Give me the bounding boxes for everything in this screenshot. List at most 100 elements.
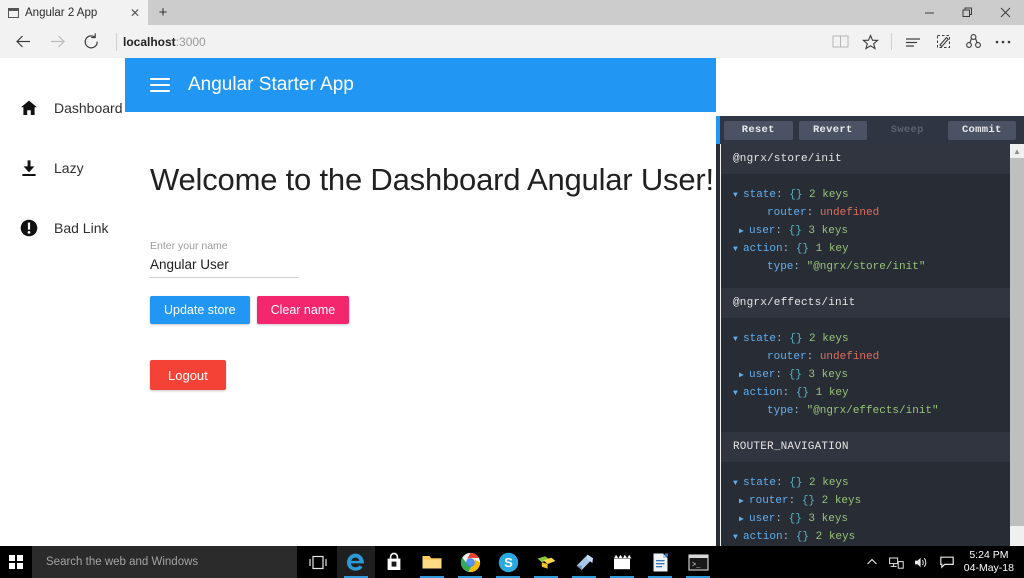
windows-start-icon[interactable] [0, 546, 32, 578]
error-circle-icon [18, 217, 40, 239]
page-viewport: Dashboard Lazy Bad Link Angular Starter … [0, 58, 1024, 546]
home-icon [18, 97, 40, 119]
system-tray: 5:24 PM 04-May-18 [864, 549, 1024, 575]
clear-name-button[interactable]: Clear name [256, 296, 350, 324]
devtools-toolbar: Reset Revert Sweep Commit [716, 116, 1024, 144]
disclosure-arrow-icon[interactable]: ▼ [733, 191, 743, 200]
onenote-icon[interactable] [565, 546, 603, 578]
clock-date: 04-May-18 [963, 562, 1014, 574]
more-icon[interactable] [988, 27, 1018, 57]
disclosure-arrow-icon[interactable]: ▶ [739, 370, 749, 380]
action-center-icon[interactable] [939, 554, 955, 570]
tab-title: Angular 2 App [25, 6, 98, 19]
state-tree-row[interactable]: ▼ state: {} 2 keys [721, 474, 1013, 492]
sweep-button: Sweep [890, 124, 924, 136]
address-bar[interactable]: localhost:3000 [123, 27, 825, 57]
name-field-group: Enter your name [150, 240, 298, 278]
redux-devtools-panel: Reset Revert Sweep Commit @ngrx/store/in… [716, 116, 1024, 546]
close-icon[interactable]: ✕ [128, 7, 142, 19]
volume-icon[interactable] [914, 554, 930, 570]
state-tree-row[interactable]: ▶ user: {} 3 keys [721, 222, 1013, 240]
scroll-up-icon[interactable]: ▲ [1010, 144, 1024, 158]
taskbar-search-input[interactable]: Search the web and Windows [32, 546, 297, 578]
share-icon[interactable] [958, 27, 988, 57]
name-input[interactable] [150, 257, 298, 278]
sidebar-item-lazy[interactable]: Lazy [0, 138, 125, 198]
windows-taskbar: Search the web and Windows S >_ 5:24 PM … [0, 546, 1024, 578]
edge-icon[interactable] [337, 546, 375, 578]
back-icon[interactable] [6, 27, 40, 57]
movies-tv-icon[interactable] [603, 546, 641, 578]
state-tree-row[interactable]: ▼ state: {} 2 keys [721, 186, 1013, 204]
state-tree-row: router: undefined [767, 207, 880, 219]
action-entry-body: ▼ state: {} 2 keys router: undefined ▶ user:… [721, 318, 1013, 432]
state-tree-row[interactable]: ▼ action: {} 1 key [721, 384, 1013, 402]
revert-button[interactable]: Revert [798, 120, 867, 140]
state-tree-row[interactable]: ▼ state: {} 2 keys [721, 330, 1013, 348]
svg-text:>_: >_ [692, 561, 701, 569]
commit-button[interactable]: Commit [947, 120, 1016, 140]
state-tree-row: type: "@ngrx/effects/init" [767, 405, 939, 417]
scrollbar-thumb[interactable] [1010, 158, 1024, 526]
command-prompt-icon[interactable]: >_ [679, 546, 717, 578]
panel-accent-bar [716, 116, 720, 144]
task-view-icon[interactable] [299, 546, 337, 578]
disclosure-arrow-icon[interactable]: ▶ [739, 496, 749, 506]
state-tree-row[interactable]: ▶ user: {} 3 keys [721, 510, 1013, 528]
browser-tab[interactable]: Angular 2 App ✕ [0, 0, 148, 25]
web-note-icon[interactable] [928, 27, 958, 57]
action-entry-body: ▼ state: {} 2 keys router: undefined ▶ user:… [721, 174, 1013, 288]
hamburger-icon[interactable] [150, 78, 170, 92]
disclosure-arrow-icon[interactable]: ▼ [733, 245, 743, 254]
sidenav: Dashboard Lazy Bad Link [0, 58, 125, 546]
divider [891, 33, 892, 50]
new-tab-button[interactable]: + [148, 0, 178, 25]
action-entry-list[interactable]: @ngrx/store/init ▼ state: {} 2 keys router:… [721, 144, 1013, 546]
refresh-icon[interactable] [74, 27, 108, 57]
action-entry-header[interactable]: @ngrx/effects/init [721, 288, 1013, 318]
devtools-scrollbar[interactable]: ▲ ▼ [1010, 144, 1024, 546]
sticky-notes-icon[interactable] [527, 546, 565, 578]
logout-button[interactable]: Logout [150, 360, 226, 390]
sidebar-item-bad-link[interactable]: Bad Link [0, 198, 125, 258]
state-tree-row[interactable]: ▼ action: {} 2 keys [721, 528, 1013, 546]
action-entry-header[interactable]: @ngrx/store/init [721, 144, 1013, 174]
disclosure-arrow-icon[interactable]: ▶ [739, 226, 749, 236]
window-icon [7, 7, 20, 18]
disclosure-arrow-icon[interactable]: ▶ [739, 514, 749, 524]
forward-icon[interactable] [40, 27, 74, 57]
sidebar-item-dashboard[interactable]: Dashboard [0, 78, 125, 138]
search-placeholder: Search the web and Windows [46, 556, 199, 568]
sidebar-item-label: Dashboard [54, 100, 123, 116]
hub-icon[interactable] [898, 27, 928, 57]
disclosure-arrow-icon[interactable]: ▼ [733, 533, 743, 542]
state-tree-row[interactable]: ▼ action: {} 1 key [721, 240, 1013, 258]
favorites-star-icon[interactable] [855, 27, 885, 57]
update-store-button[interactable]: Update store [150, 296, 250, 324]
store-icon[interactable] [375, 546, 413, 578]
address-host: localhost [123, 34, 176, 49]
download-icon [18, 157, 40, 179]
disclosure-arrow-icon[interactable]: ▼ [733, 389, 743, 398]
close-button[interactable] [986, 0, 1024, 25]
state-tree-row[interactable]: ▶ user: {} 3 keys [721, 366, 1013, 384]
network-icon[interactable] [889, 554, 905, 570]
taskbar-clock[interactable]: 5:24 PM 04-May-18 [964, 549, 1016, 575]
disclosure-arrow-icon[interactable]: ▼ [733, 335, 743, 344]
state-tree-row[interactable]: ▶ router: {} 2 keys [721, 492, 1013, 510]
reset-button[interactable]: Reset [724, 120, 793, 140]
page-body: Welcome to the Dashboard Angular User! E… [125, 112, 716, 390]
word-document-icon[interactable] [641, 546, 679, 578]
file-explorer-icon[interactable] [413, 546, 451, 578]
svg-text:S: S [504, 555, 513, 570]
chrome-icon[interactable] [451, 546, 489, 578]
show-hidden-icons[interactable] [864, 554, 880, 570]
taskbar-app-list: S >_ [299, 546, 717, 578]
minimize-button[interactable] [910, 0, 948, 25]
reading-view-icon[interactable] [825, 27, 855, 57]
skype-icon[interactable]: S [489, 546, 527, 578]
browser-toolbar-icons [825, 27, 1018, 57]
restore-button[interactable] [948, 0, 986, 25]
action-entry-header[interactable]: ROUTER_NAVIGATION [721, 432, 1013, 462]
disclosure-arrow-icon[interactable]: ▼ [733, 479, 743, 488]
